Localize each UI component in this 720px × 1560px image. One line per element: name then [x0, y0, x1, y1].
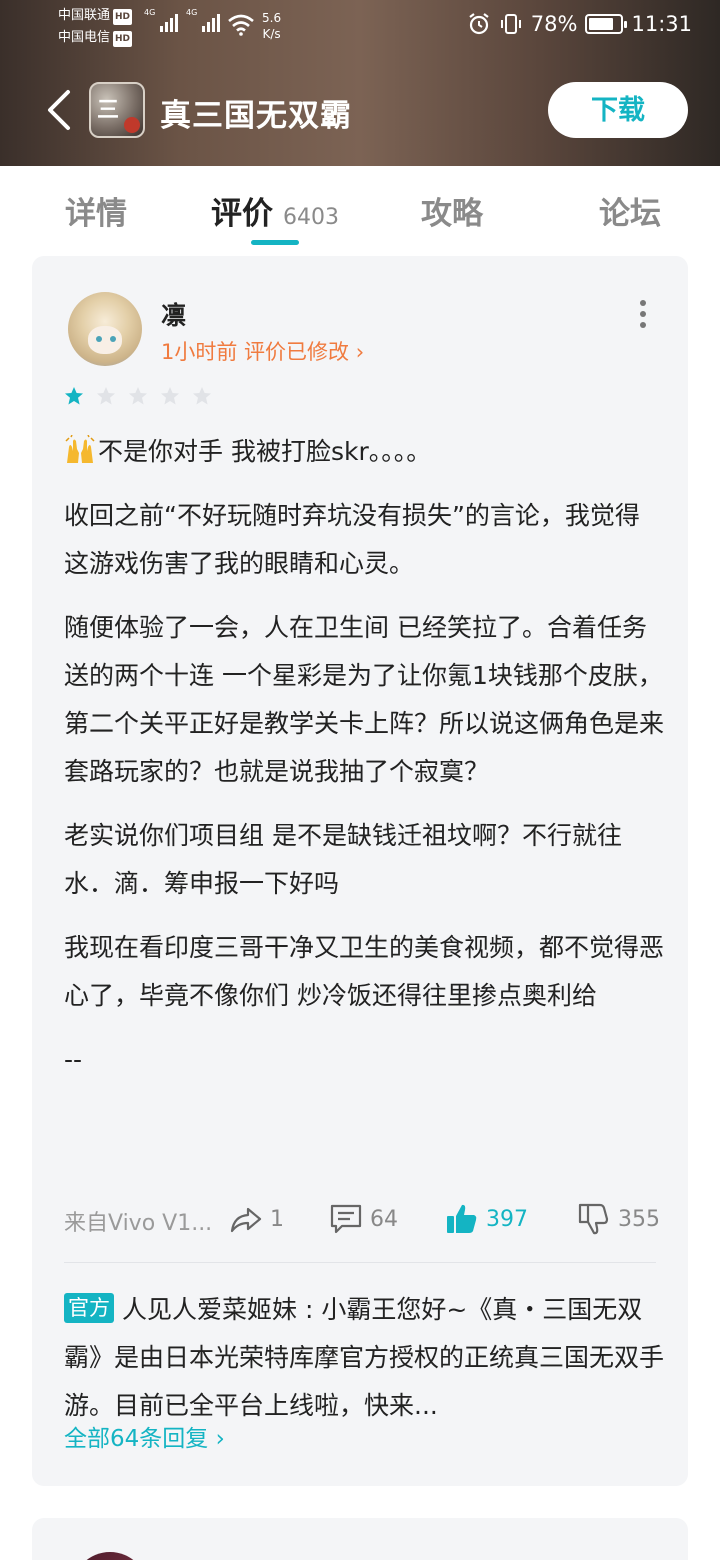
- signal-icon: 4G: [144, 8, 180, 32]
- clock: 11:31: [631, 12, 692, 36]
- tab-forum[interactable]: 论坛: [599, 188, 661, 233]
- review-paragraph: 我现在看印度三哥干净又卫生的美食视频，都不觉得恶心了，毕竟不像你们 炒冷饭还得往…: [64, 933, 665, 1010]
- back-arrow-icon[interactable]: [44, 88, 74, 132]
- battery-fill: [589, 18, 613, 30]
- star-empty-icon: [129, 387, 147, 405]
- review-paragraph: 随便体验了一会，人在卫生间 已经笑拉了。合着任务送的两个十连 一个星彩是为了让你…: [64, 613, 665, 786]
- official-reply[interactable]: 官方 人见人爱菜姬妹 : 小霸王您好~《真・三国无双 霸》是由日本光荣特库摩官方授…: [64, 1286, 664, 1430]
- app-title: 真三国无双霸: [160, 98, 352, 134]
- review-meta[interactable]: 1小时前 评价已修改 ›: [161, 336, 364, 366]
- star-filled-icon: [65, 387, 83, 405]
- like-button[interactable]: 397: [444, 1201, 528, 1237]
- status-bar: 中国联通 HD 中国电信 HD 4G 4G 5.6 K/s 78% 11:31: [0, 0, 720, 54]
- device-source: 来自Vivo V1...: [64, 1211, 213, 1236]
- tab-bar: 详情 评价 6403 攻略 论坛: [0, 166, 720, 258]
- carrier-2: 中国电信 HD: [58, 30, 133, 47]
- battery-icon: [585, 14, 628, 34]
- app-icon: 三: [89, 82, 145, 138]
- thumbs-down-icon: [578, 1203, 609, 1235]
- battery-percent: 78%: [530, 12, 578, 36]
- review-paragraph: 老实说你们项目组 是不是缺钱迁祖坟啊？不行就往水．滴．筹申报一下好吗: [64, 821, 622, 898]
- avatar[interactable]: [72, 1552, 148, 1560]
- rating-stars: [64, 386, 212, 406]
- review-card: 凛 1小时前 评价已修改 › 不是你对手 我被打脸skr。。。。 收回之前“不好…: [32, 256, 688, 1486]
- wifi-icon: [228, 14, 254, 36]
- download-button[interactable]: 下载: [548, 82, 688, 138]
- thumbs-up-icon: [447, 1204, 477, 1233]
- username[interactable]: 凛: [161, 296, 186, 332]
- share-icon: [230, 1207, 262, 1233]
- review-paragraph: 收回之前“不好玩随时弃坑没有损失”的言论，我觉得这游戏伤害了我的眼睛和心灵。: [64, 501, 640, 578]
- comment-button[interactable]: 64: [328, 1201, 398, 1237]
- star-empty-icon: [97, 387, 115, 405]
- review-actions: 来自Vivo V1... 1 64 397 355: [64, 1201, 660, 1237]
- hd-badge: HD: [113, 31, 133, 47]
- official-badge: 官方: [64, 1293, 114, 1323]
- raised-hands-icon: [65, 435, 95, 463]
- dislike-button[interactable]: 355: [576, 1201, 660, 1237]
- review-card: [32, 1518, 688, 1560]
- avatar[interactable]: [68, 292, 142, 366]
- review-text: 不是你对手 我被打脸skr。。。。 收回之前“不好玩随时弃坑没有损失”的言论，我…: [64, 428, 664, 1100]
- star-empty-icon: [161, 387, 179, 405]
- star-empty-icon: [193, 387, 211, 405]
- signal-icons: 4G 4G: [144, 8, 222, 32]
- divider: [64, 1262, 656, 1263]
- app-header: 中国联通 HD 中国电信 HD 4G 4G 5.6 K/s 78% 11:31 …: [0, 0, 720, 166]
- carrier-1: 中国联通 HD: [58, 8, 133, 25]
- review-count: 6403: [283, 205, 339, 230]
- review-paragraph: 不是你对手 我被打脸skr。。。。: [64, 428, 664, 476]
- share-button[interactable]: 1: [228, 1201, 284, 1237]
- vibrate-icon: [500, 14, 521, 34]
- network-speed: 5.6 K/s: [262, 11, 282, 41]
- hd-badge: HD: [113, 9, 133, 25]
- more-options-icon[interactable]: [636, 300, 650, 328]
- review-paragraph: --: [64, 1045, 83, 1074]
- tab-details[interactable]: 详情: [65, 188, 127, 233]
- tab-indicator: [251, 240, 299, 245]
- view-all-replies-link[interactable]: 全部64条回复 ›: [64, 1419, 225, 1453]
- tab-guides[interactable]: 攻略: [421, 188, 483, 233]
- status-right: 78% 11:31: [467, 12, 692, 36]
- signal-icon: 4G: [186, 8, 222, 32]
- tab-reviews[interactable]: 评价 6403: [211, 188, 339, 233]
- comment-icon: [330, 1204, 362, 1234]
- alarm-icon: [469, 13, 489, 35]
